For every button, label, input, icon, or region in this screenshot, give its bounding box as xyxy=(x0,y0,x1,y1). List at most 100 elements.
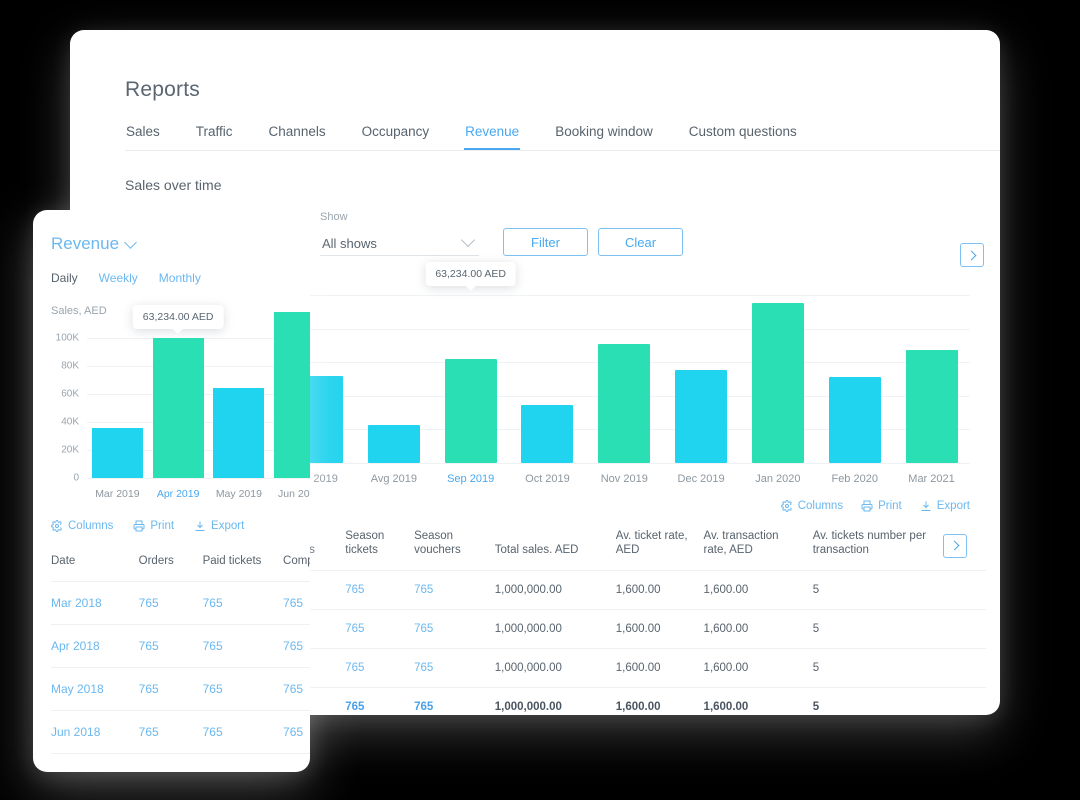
chart-x-label[interactable]: Mar 2019 xyxy=(87,488,148,500)
chart-bar[interactable] xyxy=(521,404,574,463)
chart-bar-column[interactable] xyxy=(663,295,740,463)
show-field: Show xyxy=(320,211,479,256)
table-cell: 5 xyxy=(812,686,944,715)
chart-bar-column[interactable] xyxy=(509,295,586,463)
chart-bar-column[interactable] xyxy=(269,311,310,478)
chart-x-label[interactable]: Sep 2019 xyxy=(432,473,509,485)
table-cell[interactable]: 765 xyxy=(345,647,415,688)
tab-channels[interactable]: Channels xyxy=(268,124,327,150)
table-column-header[interactable]: Paid tickets xyxy=(202,555,284,582)
chart-bar[interactable] xyxy=(274,311,310,478)
tab-custom-questions[interactable]: Custom questions xyxy=(688,124,798,150)
export-button[interactable]: Export xyxy=(920,500,970,512)
chart-bar[interactable] xyxy=(367,424,420,463)
table-cell[interactable]: 765 xyxy=(202,667,284,711)
chart-bar-column[interactable] xyxy=(87,324,148,478)
gear-icon xyxy=(780,500,793,512)
chart-next-page-button[interactable] xyxy=(960,243,984,267)
tab-traffic[interactable]: Traffic xyxy=(195,124,234,150)
table-column-header[interactable]: Av. tickets number per transaction xyxy=(812,525,944,571)
chart-bar-column[interactable] xyxy=(586,295,663,463)
table-cell[interactable]: 765 xyxy=(138,624,203,668)
chart-x-label[interactable]: May 2019 xyxy=(209,488,270,500)
table-column-header[interactable]: Date xyxy=(51,555,139,582)
table-cell[interactable]: 765 xyxy=(414,608,495,649)
table-cell[interactable]: 765 xyxy=(414,569,495,610)
table-cell[interactable]: 765 xyxy=(202,581,284,625)
table-cell[interactable]: Mar 2018 xyxy=(51,581,139,625)
chart-bar-column[interactable] xyxy=(816,295,893,463)
chart-bar-column[interactable] xyxy=(740,295,817,463)
tab-sales[interactable]: Sales xyxy=(125,124,161,150)
chart-bar-column[interactable]: 63,234.00 AED xyxy=(425,262,516,463)
tab-booking-window[interactable]: Booking window xyxy=(554,124,654,150)
table-column-header[interactable]: Orders xyxy=(138,555,203,582)
table-cell: 1,600.00 xyxy=(615,569,704,610)
chart-x-label[interactable]: Jan 2020 xyxy=(740,473,817,485)
table-cell[interactable]: 765 xyxy=(138,710,203,754)
table-cell[interactable]: 765 xyxy=(283,624,310,668)
tab-revenue[interactable]: Revenue xyxy=(464,124,521,150)
chart-x-label[interactable]: Apr 2019 xyxy=(148,488,209,500)
chart-x-label[interactable]: Jun 2019 xyxy=(269,488,310,500)
tab-monthly[interactable]: Monthly xyxy=(159,271,201,285)
table-cell[interactable]: 765 xyxy=(138,581,203,625)
chart-y-tick: 20K xyxy=(61,444,79,456)
table-cell[interactable]: 765 xyxy=(138,667,203,711)
table-cell[interactable]: 765 xyxy=(202,624,284,668)
chart-bar[interactable] xyxy=(152,338,204,478)
page-title: Reports xyxy=(125,78,200,101)
show-select[interactable] xyxy=(320,231,479,256)
chart-bar-column[interactable] xyxy=(893,295,970,463)
chart-x-label[interactable]: Feb 2020 xyxy=(816,473,893,485)
chart-x-label[interactable]: Avg 2019 xyxy=(355,473,432,485)
table-next-columns-button[interactable] xyxy=(943,533,968,558)
table-column-header[interactable]: Season tickets xyxy=(345,525,415,571)
filter-button[interactable]: Filter xyxy=(503,228,588,256)
table-cell[interactable]: 765 xyxy=(345,608,415,649)
chart-bar-column[interactable] xyxy=(355,295,432,463)
chart-bar[interactable] xyxy=(675,369,728,463)
table-cell[interactable]: 765 xyxy=(345,686,415,715)
table-cell: 1,600.00 xyxy=(615,686,704,715)
table-column-header[interactable]: Av. transaction rate, AED xyxy=(703,525,813,571)
table-column-header[interactable]: Av. ticket rate, AED xyxy=(615,525,704,571)
table-cell[interactable]: 765 xyxy=(414,686,495,715)
tab-daily[interactable]: Daily xyxy=(51,271,78,285)
table-column-header[interactable]: Comp tickets xyxy=(283,555,310,582)
chart-bar[interactable] xyxy=(213,388,265,478)
revenue-panel-title[interactable]: Revenue xyxy=(51,234,310,254)
chart-bar-column[interactable] xyxy=(209,324,270,478)
table-cell[interactable]: Jun 2018 xyxy=(51,710,139,754)
chart-bar[interactable] xyxy=(751,302,804,463)
table-cell[interactable]: May 2018 xyxy=(51,667,139,711)
chart-x-label[interactable]: Mar 2021 xyxy=(893,473,970,485)
chart-x-label[interactable]: Dec 2019 xyxy=(663,473,740,485)
table-cell[interactable]: Apr 2018 xyxy=(51,624,139,668)
chart-bar[interactable] xyxy=(598,343,651,463)
table-cell[interactable]: 765 xyxy=(283,667,310,711)
table-cell[interactable]: 765 xyxy=(345,569,415,610)
print-button[interactable]: Print xyxy=(861,500,902,512)
chart-bar[interactable] xyxy=(444,359,497,463)
print-button[interactable]: Print xyxy=(133,520,174,532)
chart-bar[interactable] xyxy=(91,427,143,478)
table-cell[interactable]: 765 xyxy=(283,710,310,754)
table-cell[interactable]: 765 xyxy=(414,647,495,688)
chart-x-label[interactable]: Nov 2019 xyxy=(586,473,663,485)
clear-button[interactable]: Clear xyxy=(598,228,683,256)
chart-bar[interactable] xyxy=(828,377,881,463)
tab-weekly[interactable]: Weekly xyxy=(99,271,138,285)
download-icon xyxy=(194,520,206,532)
tab-occupancy[interactable]: Occupancy xyxy=(361,124,431,150)
table-cell[interactable]: 765 xyxy=(202,710,284,754)
table-column-header[interactable]: Total sales. AED xyxy=(494,525,616,571)
table-column-header[interactable]: Season vouchers xyxy=(414,525,495,571)
columns-button[interactable]: Columns xyxy=(780,500,843,512)
chart-x-label[interactable]: Oct 2019 xyxy=(509,473,586,485)
table-cell[interactable]: 765 xyxy=(283,581,310,625)
chart-bar-column[interactable]: 63,234.00 AED xyxy=(132,305,224,478)
export-button[interactable]: Export xyxy=(194,520,244,532)
chart-bar[interactable] xyxy=(905,349,958,463)
columns-button[interactable]: Columns xyxy=(51,520,113,532)
